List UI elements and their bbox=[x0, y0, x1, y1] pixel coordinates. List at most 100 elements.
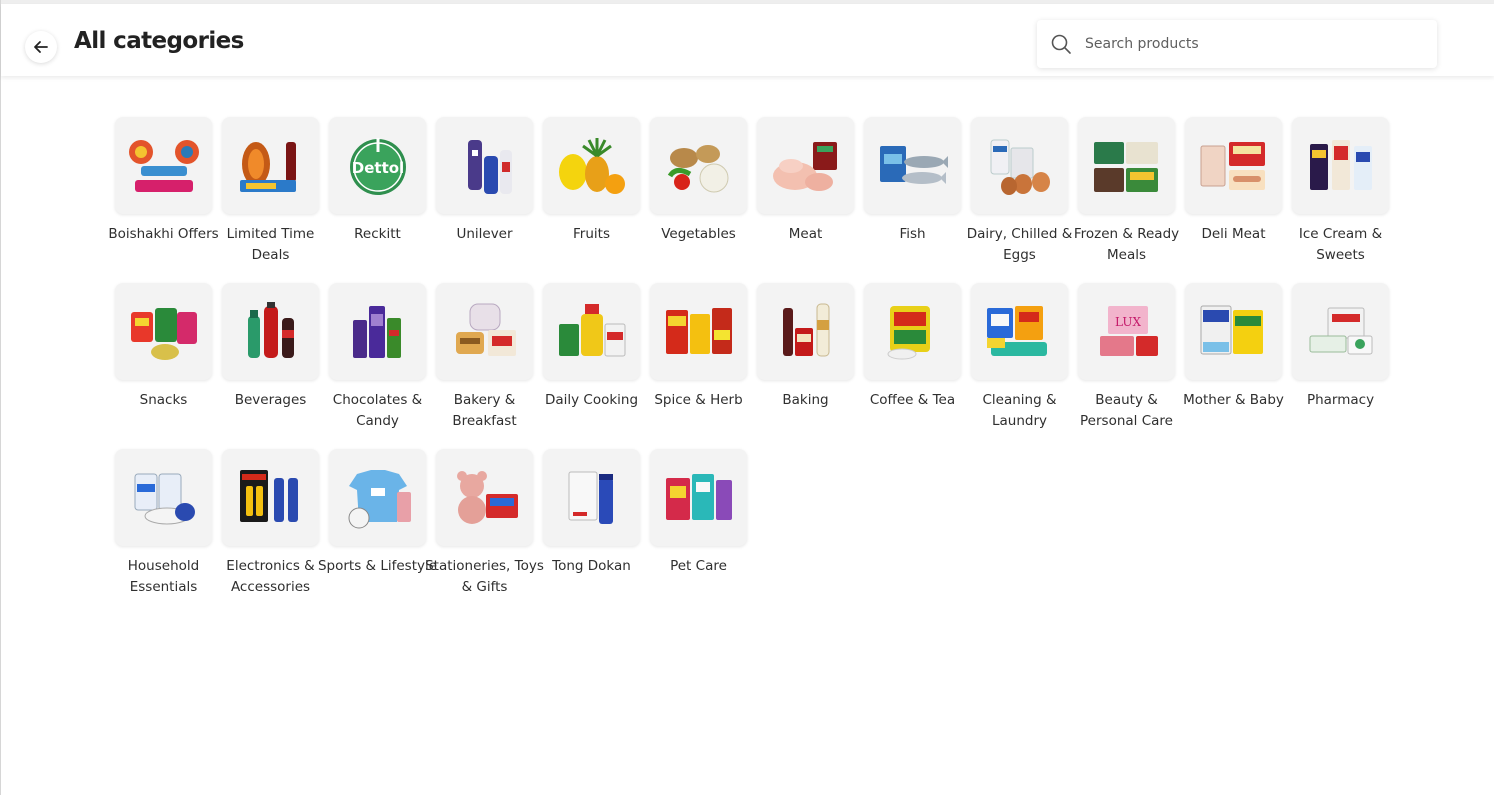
category-image[interactable] bbox=[1292, 283, 1389, 380]
category-image[interactable] bbox=[115, 449, 212, 546]
category-label[interactable]: Baking bbox=[746, 390, 866, 411]
category-image[interactable] bbox=[650, 449, 747, 546]
category-image[interactable]: LUX bbox=[1078, 283, 1175, 380]
category-image[interactable] bbox=[222, 283, 319, 380]
category-tile-boishakhi-offers[interactable]: Boishakhi Offers bbox=[108, 117, 219, 283]
dettol-logo-icon: Dettol bbox=[349, 137, 406, 195]
category-tile-mother-baby[interactable]: Mother & Baby bbox=[1183, 283, 1284, 449]
category-tile-dairy-chilled-eggs[interactable]: Dairy, Chilled & Eggs bbox=[967, 117, 1072, 283]
back-button[interactable] bbox=[25, 31, 57, 63]
category-label[interactable]: Deli Meat bbox=[1174, 224, 1294, 245]
category-label[interactable]: Meat bbox=[746, 224, 866, 245]
category-tile-fruits[interactable]: Fruits bbox=[543, 117, 640, 283]
category-label[interactable]: Vegetables bbox=[639, 224, 759, 245]
category-image[interactable] bbox=[757, 283, 854, 380]
category-label[interactable]: Limited Time Deals bbox=[211, 224, 331, 266]
category-label[interactable]: Pharmacy bbox=[1281, 390, 1401, 411]
category-image[interactable] bbox=[650, 117, 747, 214]
category-label[interactable]: Coffee & Tea bbox=[853, 390, 973, 411]
category-tile-electronics-accessories[interactable]: Electronics & Accessories bbox=[222, 449, 319, 615]
category-image[interactable] bbox=[1292, 117, 1389, 214]
category-label[interactable]: Fruits bbox=[532, 224, 652, 245]
category-image[interactable] bbox=[864, 283, 961, 380]
category-tile-frozen-ready-meals[interactable]: Frozen & Ready Meals bbox=[1074, 117, 1179, 283]
category-label[interactable]: Dairy, Chilled & Eggs bbox=[960, 224, 1080, 266]
category-tile-spice-herb[interactable]: Spice & Herb bbox=[650, 283, 747, 449]
category-image[interactable] bbox=[1078, 117, 1175, 214]
category-image[interactable] bbox=[1185, 117, 1282, 214]
category-label[interactable]: Fish bbox=[853, 224, 973, 245]
category-tile-tong-dokan[interactable]: Tong Dokan bbox=[543, 449, 640, 615]
chocolates-icon bbox=[352, 305, 401, 358]
search-input[interactable] bbox=[1085, 30, 1415, 58]
category-tile-beauty-personal-care[interactable]: LUX Beauty & Personal Care bbox=[1078, 283, 1175, 449]
category-label[interactable]: Beauty & Personal Care bbox=[1067, 390, 1187, 432]
category-tile-ice-cream-sweets[interactable]: Ice Cream & Sweets bbox=[1292, 117, 1389, 283]
category-image[interactable] bbox=[1185, 283, 1282, 380]
category-image[interactable] bbox=[436, 283, 533, 380]
category-tile-limited-time-deals[interactable]: Limited Time Deals bbox=[222, 117, 319, 283]
category-image[interactable] bbox=[864, 117, 961, 214]
category-tile-bakery-breakfast[interactable]: Bakery & Breakfast bbox=[436, 283, 533, 449]
category-tile-pet-care[interactable]: Pet Care bbox=[650, 449, 747, 615]
category-label[interactable]: Chocolates & Candy bbox=[318, 390, 438, 432]
category-tile-reckitt[interactable]: Dettol Reckitt bbox=[329, 117, 426, 283]
category-label[interactable]: Household Essentials bbox=[104, 556, 224, 598]
category-label[interactable]: Ice Cream & Sweets bbox=[1281, 224, 1401, 266]
category-image[interactable] bbox=[543, 117, 640, 214]
category-image[interactable] bbox=[543, 449, 640, 546]
category-image[interactable] bbox=[222, 449, 319, 546]
limited-deals-icon bbox=[239, 141, 296, 192]
category-tile-pharmacy[interactable]: Pharmacy bbox=[1292, 283, 1389, 449]
category-tile-baking[interactable]: Baking bbox=[757, 283, 854, 449]
category-tile-sports-lifestyle[interactable]: Sports & Lifestyle bbox=[318, 449, 437, 615]
category-image[interactable] bbox=[436, 449, 533, 546]
category-tile-vegetables[interactable]: Vegetables bbox=[650, 117, 747, 283]
category-tile-meat[interactable]: Meat bbox=[757, 117, 854, 283]
category-image[interactable] bbox=[329, 283, 426, 380]
category-tile-unilever[interactable]: Unilever bbox=[436, 117, 533, 283]
category-label[interactable]: Tong Dokan bbox=[532, 556, 652, 577]
pet-food-icon bbox=[665, 473, 732, 520]
category-label[interactable]: Reckitt bbox=[318, 224, 438, 245]
category-label[interactable]: Sports & Lifestyle bbox=[318, 556, 438, 577]
category-label[interactable]: Daily Cooking bbox=[532, 390, 652, 411]
category-label[interactable]: Mother & Baby bbox=[1174, 390, 1294, 411]
category-label[interactable]: Stationeries, Toys & Gifts bbox=[425, 556, 545, 598]
category-tile-cleaning-laundry[interactable]: Cleaning & Laundry bbox=[971, 283, 1068, 449]
deli-meat-icon bbox=[1200, 141, 1265, 190]
category-label[interactable]: Boishakhi Offers bbox=[104, 224, 224, 245]
category-tile-snacks[interactable]: Snacks bbox=[115, 283, 212, 449]
category-label[interactable]: Beverages bbox=[211, 390, 331, 411]
category-image[interactable] bbox=[436, 117, 533, 214]
category-tile-coffee-tea[interactable]: Coffee & Tea bbox=[864, 283, 961, 449]
category-label[interactable]: Cleaning & Laundry bbox=[960, 390, 1080, 432]
category-label[interactable]: Frozen & Ready Meals bbox=[1067, 224, 1187, 266]
category-label[interactable]: Electronics & Accessories bbox=[211, 556, 331, 598]
category-tile-beverages[interactable]: Beverages bbox=[222, 283, 319, 449]
page-title: All categories bbox=[74, 28, 244, 54]
category-tile-daily-cooking[interactable]: Daily Cooking bbox=[543, 283, 640, 449]
category-label[interactable]: Snacks bbox=[104, 390, 224, 411]
category-image[interactable] bbox=[222, 117, 319, 214]
search-box[interactable] bbox=[1037, 20, 1437, 68]
category-image[interactable] bbox=[115, 283, 212, 380]
category-label[interactable]: Pet Care bbox=[639, 556, 759, 577]
category-tile-household-essentials[interactable]: Household Essentials bbox=[115, 449, 212, 615]
category-image[interactable] bbox=[971, 117, 1068, 214]
category-label[interactable]: Spice & Herb bbox=[639, 390, 759, 411]
category-label[interactable]: Bakery & Breakfast bbox=[425, 390, 545, 432]
category-image[interactable]: Dettol bbox=[329, 117, 426, 214]
category-tile-chocolates-candy[interactable]: Chocolates & Candy bbox=[329, 283, 426, 449]
category-image[interactable] bbox=[543, 283, 640, 380]
category-label[interactable]: Unilever bbox=[425, 224, 545, 245]
fish-icon bbox=[879, 145, 948, 184]
category-image[interactable] bbox=[757, 117, 854, 214]
category-image[interactable] bbox=[650, 283, 747, 380]
category-image[interactable] bbox=[971, 283, 1068, 380]
category-tile-fish[interactable]: Fish bbox=[864, 117, 961, 283]
category-image[interactable] bbox=[329, 449, 426, 546]
category-image[interactable] bbox=[115, 117, 212, 214]
category-tile-deli-meat[interactable]: Deli Meat bbox=[1185, 117, 1282, 283]
category-tile-stationeries-toys-gifts[interactable]: Stationeries, Toys & Gifts bbox=[425, 449, 544, 615]
